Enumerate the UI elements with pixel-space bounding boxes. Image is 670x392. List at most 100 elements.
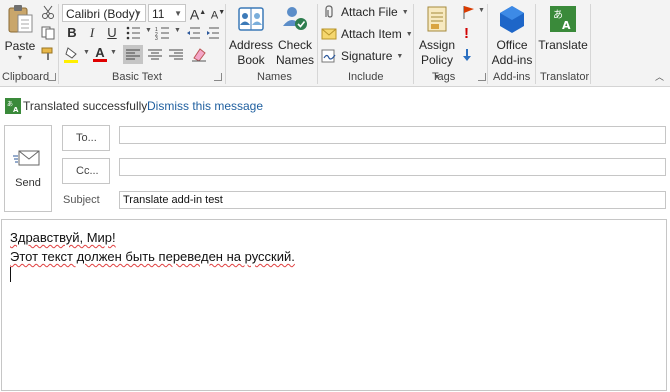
chevron-down-icon: ▼ xyxy=(174,27,181,34)
align-left-icon xyxy=(126,49,140,60)
addins-group-label: Add-ins xyxy=(493,71,531,83)
office-addins-label-line1: Office xyxy=(496,38,528,52)
copy-icon[interactable] xyxy=(41,26,55,40)
subject-label: Subject xyxy=(63,194,100,206)
signature-icon xyxy=(321,49,336,63)
font-size-combo[interactable]: 11 ▼ xyxy=(148,4,186,22)
collapse-ribbon-icon[interactable]: ︿ xyxy=(655,70,664,83)
chevron-down-icon: ▼ xyxy=(145,27,152,34)
align-center-icon[interactable] xyxy=(145,45,165,64)
attach-file-label: Attach File xyxy=(341,5,398,19)
format-painter-icon[interactable] xyxy=(41,47,55,61)
separator xyxy=(487,4,488,84)
svg-text:A: A xyxy=(13,106,19,114)
cc-button[interactable]: Cc... xyxy=(62,158,110,184)
attach-file-button[interactable]: Attach File ▼ xyxy=(321,5,409,19)
clear-formatting-icon[interactable] xyxy=(190,46,208,63)
separator xyxy=(225,4,226,84)
separator xyxy=(58,4,59,84)
chevron-down-icon: ▼ xyxy=(110,49,117,56)
bold-button[interactable]: B xyxy=(62,24,82,42)
check-names-icon xyxy=(283,7,307,30)
assign-policy-label-line1: Assign xyxy=(418,38,456,52)
low-importance-icon[interactable] xyxy=(461,48,473,62)
high-importance-icon[interactable]: ! xyxy=(464,25,469,42)
chevron-down-icon: ▼ xyxy=(401,8,409,16)
translator-group-label: Translator xyxy=(540,71,590,83)
translate-label: Translate xyxy=(538,38,588,52)
address-book-icon xyxy=(238,7,264,31)
chevron-down-icon: ▼ xyxy=(134,9,142,18)
to-button[interactable]: To... xyxy=(62,125,110,151)
address-book-button[interactable]: Address Book xyxy=(229,4,273,68)
office-addins-icon xyxy=(500,6,524,33)
svg-text:A: A xyxy=(562,19,571,32)
chevron-down-icon: ▼ xyxy=(478,7,485,14)
font-size-value: 11 xyxy=(152,7,165,21)
highlight-icon[interactable] xyxy=(62,46,82,64)
translator-icon: あ A xyxy=(550,6,576,32)
paste-label: Paste xyxy=(4,39,36,53)
bullets-icon[interactable] xyxy=(126,26,144,40)
send-label: Send xyxy=(15,177,41,189)
cut-icon[interactable] xyxy=(41,5,55,19)
attach-item-label: Attach Item xyxy=(341,27,402,41)
chevron-down-icon: ▼ xyxy=(396,52,404,60)
text-cursor xyxy=(10,267,11,282)
ribbon: Paste ▾ Clipboard Calibri (Body) ▼ 11 ▼ … xyxy=(0,0,670,87)
paste-button[interactable]: Paste ▾ xyxy=(2,3,38,65)
align-right-icon[interactable] xyxy=(166,45,186,64)
clipboard-group-label: Clipboard xyxy=(2,71,50,83)
paste-icon xyxy=(8,5,33,33)
separator xyxy=(590,4,591,84)
assign-policy-icon xyxy=(427,6,447,32)
signature-button[interactable]: Signature ▼ xyxy=(321,49,403,63)
address-book-label-line2: Book xyxy=(237,53,265,67)
office-addins-label-line2: Add-ins xyxy=(491,53,533,67)
include-group-label: Include xyxy=(348,71,384,83)
to-field[interactable] xyxy=(119,126,666,144)
message-body[interactable]: Здравствуй, Мир! Этот текст должен быть … xyxy=(1,219,667,391)
underline-button[interactable]: U xyxy=(102,24,122,42)
follow-up-flag-icon[interactable] xyxy=(461,5,477,19)
clipboard-launcher-icon[interactable] xyxy=(48,73,56,81)
separator xyxy=(535,4,536,84)
names-group-label: Names xyxy=(257,71,292,83)
translator-icon: あ A xyxy=(5,98,21,114)
cc-field[interactable] xyxy=(119,158,666,176)
office-addins-button[interactable]: Office Add-ins xyxy=(490,4,534,68)
font-name-combo[interactable]: Calibri (Body) ▼ xyxy=(62,4,146,22)
envelope-icon xyxy=(321,28,337,40)
check-names-label-line1: Check xyxy=(277,38,312,52)
font-color-button[interactable]: A xyxy=(92,45,108,63)
increase-indent-icon[interactable] xyxy=(205,26,221,40)
send-icon xyxy=(13,150,40,166)
basic-text-launcher-icon[interactable] xyxy=(214,73,222,81)
attach-item-button[interactable]: Attach Item ▼ xyxy=(321,27,413,41)
chevron-down-icon: ▼ xyxy=(174,9,182,18)
translate-button[interactable]: あ A Translate xyxy=(537,4,589,53)
send-button[interactable]: Send xyxy=(4,125,52,212)
align-left-button[interactable] xyxy=(123,45,143,64)
signature-label: Signature xyxy=(341,49,393,63)
paperclip-icon xyxy=(325,5,333,18)
numbering-icon[interactable]: 123 xyxy=(155,26,173,40)
separator xyxy=(317,4,318,84)
tags-launcher-icon[interactable] xyxy=(478,73,486,81)
chevron-down-icon: ▼ xyxy=(83,49,90,56)
grow-font-button[interactable]: A▲ xyxy=(188,4,208,23)
check-names-label-line2: Names xyxy=(275,53,314,67)
body-line: Этот текст должен быть переведен на русс… xyxy=(10,249,295,264)
address-book-label-line1: Address xyxy=(229,38,274,52)
italic-button[interactable]: I xyxy=(82,24,102,42)
font-color-swatch xyxy=(93,59,107,62)
dismiss-message-link[interactable]: Dismiss this message xyxy=(147,96,263,116)
svg-text:3: 3 xyxy=(155,36,158,40)
decrease-indent-icon[interactable] xyxy=(186,26,202,40)
chevron-down-icon: ▼ xyxy=(405,30,413,38)
check-names-button[interactable]: Check Names xyxy=(274,4,316,68)
tags-group-label: Tags xyxy=(432,71,456,83)
info-message: Translated successfully xyxy=(23,99,148,113)
subject-field[interactable]: Translate add-in test xyxy=(119,191,666,209)
grow-font-icon: A xyxy=(189,6,200,23)
